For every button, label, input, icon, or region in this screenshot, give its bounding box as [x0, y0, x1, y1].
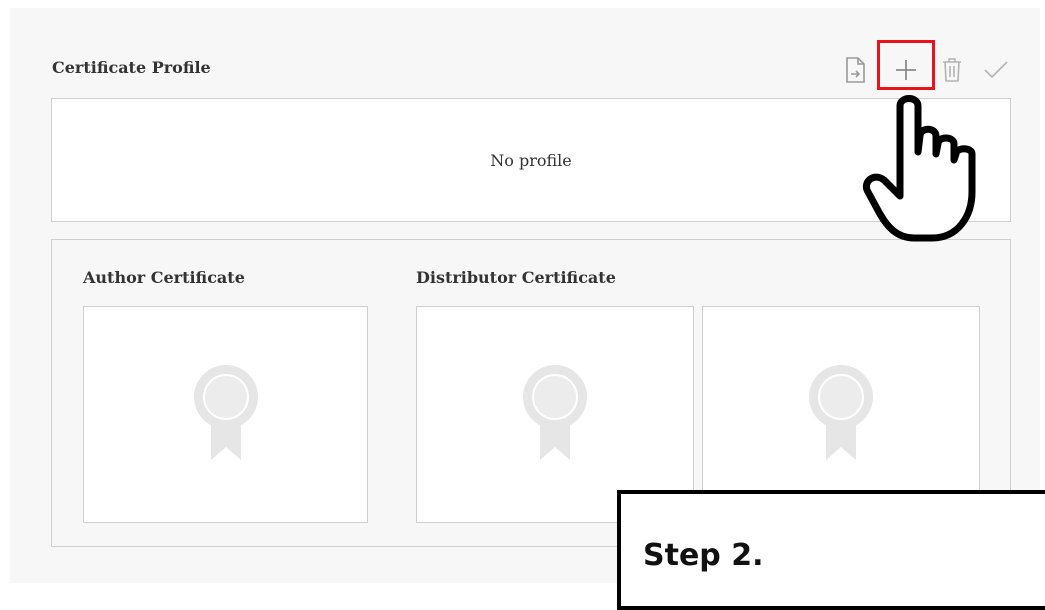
author-certificate-card[interactable]: [83, 306, 368, 523]
check-icon: [984, 61, 1008, 79]
delete-profile-button[interactable]: [934, 52, 970, 88]
distributor-certificate-label: Distributor Certificate: [416, 268, 616, 287]
import-profile-button[interactable]: [838, 52, 874, 88]
trash-icon: [943, 58, 961, 82]
no-profile-message: No profile: [490, 150, 572, 170]
section-title: Certificate Profile: [52, 58, 211, 77]
confirm-profile-button[interactable]: [978, 52, 1014, 88]
award-ribbon-icon: [193, 364, 258, 460]
import-file-icon: [846, 57, 865, 83]
step-callout: Step 2.: [617, 490, 1045, 610]
author-certificate-label: Author Certificate: [83, 268, 245, 287]
pointing-hand-icon: [863, 95, 976, 242]
add-button-highlight: [877, 40, 935, 90]
step-callout-text: Step 2.: [643, 538, 764, 573]
award-ribbon-icon: [523, 364, 587, 460]
award-ribbon-icon: [809, 364, 873, 460]
